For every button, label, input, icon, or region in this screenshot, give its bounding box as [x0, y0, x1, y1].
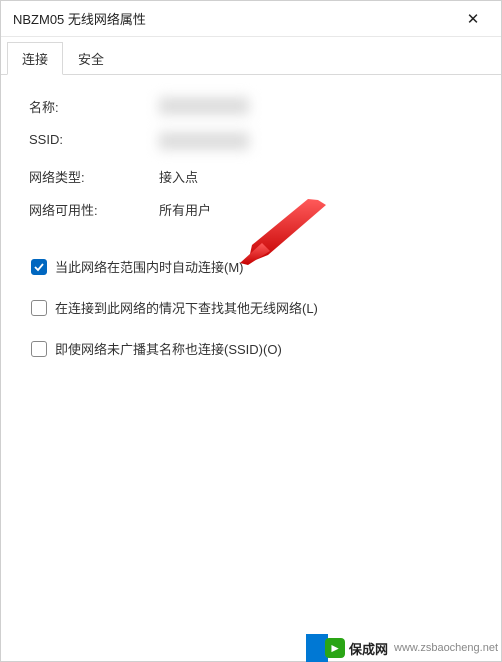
- availability-value: 所有用户: [159, 200, 473, 219]
- dialog-window: NBZM05 无线网络属性 ✕ 连接 安全 名称: SSID: 网络类型: 接入…: [0, 0, 502, 662]
- auto-connect-label[interactable]: 当此网络在范围内时自动连接(M): [55, 257, 244, 276]
- window-title: NBZM05 无线网络属性: [13, 9, 453, 28]
- tab-connection[interactable]: 连接: [7, 42, 63, 75]
- network-type-value: 接入点: [159, 167, 473, 186]
- tab-security-label: 安全: [78, 52, 104, 67]
- availability-label: 网络可用性:: [29, 200, 149, 219]
- tab-content: 名称: SSID: 网络类型: 接入点 网络可用性: 所有用户 当此网络在范围内…: [1, 75, 501, 661]
- look-other-checkbox[interactable]: [31, 300, 47, 316]
- ssid-label: SSID:: [29, 132, 149, 153]
- ssid-value: [159, 132, 473, 153]
- auto-connect-row: 当此网络在范围内时自动连接(M): [29, 257, 473, 276]
- connect-hidden-row: 即使网络未广播其名称也连接(SSID)(O): [29, 339, 473, 358]
- close-icon: ✕: [467, 10, 480, 28]
- look-other-row: 在连接到此网络的情况下查找其他无线网络(L): [29, 298, 473, 317]
- network-type-label: 网络类型:: [29, 167, 149, 186]
- look-other-label[interactable]: 在连接到此网络的情况下查找其他无线网络(L): [55, 298, 318, 317]
- info-grid: 名称: SSID: 网络类型: 接入点 网络可用性: 所有用户: [29, 97, 473, 219]
- tab-bar: 连接 安全: [1, 37, 501, 75]
- tab-security[interactable]: 安全: [63, 42, 119, 75]
- connect-hidden-checkbox[interactable]: [31, 341, 47, 357]
- connect-hidden-label[interactable]: 即使网络未广播其名称也连接(SSID)(O): [55, 339, 282, 358]
- auto-connect-checkbox[interactable]: [31, 259, 47, 275]
- titlebar: NBZM05 无线网络属性 ✕: [1, 1, 501, 37]
- name-label: 名称:: [29, 97, 149, 118]
- check-icon: [34, 262, 44, 272]
- tab-connection-label: 连接: [22, 52, 48, 67]
- close-button[interactable]: ✕: [453, 5, 493, 33]
- name-value: [159, 97, 473, 118]
